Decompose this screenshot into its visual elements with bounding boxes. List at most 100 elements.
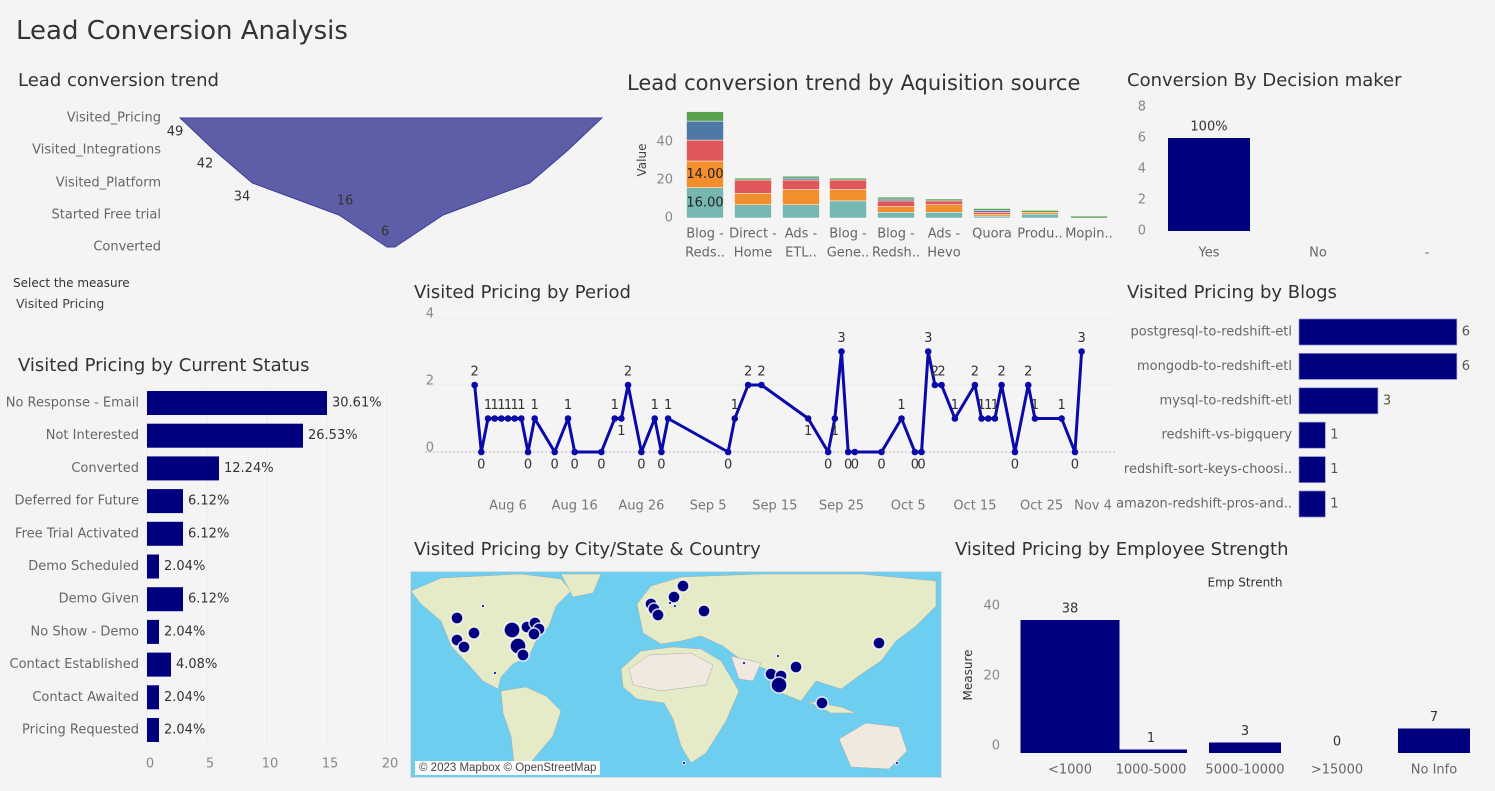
funnel-category-label: Converted — [93, 240, 161, 255]
decision-x-tick: - — [1425, 246, 1430, 261]
status-category-label: Not Interested — [46, 428, 139, 443]
decision-y-tick: 4 — [1138, 162, 1146, 177]
funnel-value-label: 6 — [381, 225, 389, 240]
acq-x-tick: Home — [734, 246, 772, 261]
period-point — [971, 381, 979, 389]
period-x-tick: Aug 16 — [552, 499, 598, 514]
period-point — [531, 415, 538, 422]
funnel-category-label: Visited_Integrations — [32, 143, 161, 158]
period-point — [951, 415, 959, 422]
period-point — [1024, 381, 1032, 389]
period-point — [991, 415, 999, 422]
status-data-label: 2.04% — [164, 690, 205, 705]
period-point — [564, 415, 572, 422]
period-data-label: 1 — [517, 398, 525, 413]
acq-x-tick: Quora — [972, 227, 1012, 242]
period-data-label: 0 — [851, 458, 859, 473]
status-data-label: 4.08% — [176, 657, 217, 672]
funnel-value-label: 42 — [197, 157, 214, 172]
period-data-label: 1 — [897, 398, 905, 413]
period-point — [878, 448, 885, 456]
funnel-value-label: 49 — [167, 125, 184, 140]
acq-data-label: 14.00 — [686, 167, 723, 182]
period-data-label: 1 — [611, 398, 619, 413]
period-point — [984, 415, 992, 422]
emp-bar — [1020, 620, 1120, 753]
status-bar — [147, 456, 219, 481]
decision-x-tick: No — [1309, 246, 1327, 261]
period-point — [804, 415, 812, 422]
period-y-tick: 0 — [426, 441, 434, 456]
acq-x-tick: Reds.. — [685, 246, 725, 261]
acq-y-tick: 20 — [656, 173, 673, 188]
period-point — [551, 448, 558, 456]
status-data-label: 6.12% — [188, 494, 229, 509]
emp-data-label: 0 — [1333, 735, 1341, 750]
acq-bar-segment — [829, 200, 867, 219]
emp-y-tick: 20 — [983, 669, 1000, 684]
decision-data-label: 100% — [1190, 120, 1227, 135]
status-bar — [147, 685, 159, 710]
acq-bar-segment — [782, 177, 820, 181]
period-data-label: 2 — [624, 365, 632, 380]
period-point — [1078, 348, 1085, 355]
acq-bar-segment — [829, 189, 867, 202]
acq-bar-segment — [925, 204, 963, 213]
acq-bar-segment — [782, 179, 820, 190]
acq-y-tick: 40 — [656, 135, 673, 150]
blog-category-label: redshift-vs-bigquery — [1161, 428, 1292, 443]
blog-category-label: redshift-sort-keys-choosi.. — [1124, 462, 1292, 477]
acq-bar-segment — [877, 198, 915, 202]
blog-bar — [1298, 490, 1326, 518]
period-data-label: 0 — [877, 458, 885, 473]
blog-data-label: 6 — [1462, 359, 1470, 374]
acq-bar-segment — [1021, 213, 1059, 219]
emp-data-label: 38 — [1062, 602, 1079, 617]
period-point — [838, 348, 845, 355]
status-x-tick: 15 — [322, 757, 339, 772]
decision-y-tick: 6 — [1138, 131, 1146, 146]
status-x-tick: 5 — [206, 757, 214, 772]
acq-bar-segment — [973, 215, 1011, 219]
period-point — [744, 381, 752, 389]
period-x-tick: Sep 15 — [752, 499, 797, 514]
acq-bar-segment — [686, 120, 724, 141]
period-point — [651, 415, 659, 422]
status-bar — [147, 391, 327, 415]
period-point — [471, 381, 478, 389]
status-category-label: Free Trial Activated — [15, 526, 139, 541]
emp-data-label: 3 — [1241, 724, 1249, 739]
acq-x-tick: Ads - — [928, 227, 961, 242]
period-point — [484, 415, 492, 422]
acq-bar-segment — [686, 139, 724, 162]
blog-category-label: mysql-to-redshift-etl — [1160, 393, 1292, 408]
period-data-label: 3 — [1077, 331, 1085, 346]
period-point — [1031, 415, 1039, 422]
period-point — [831, 415, 839, 422]
period-data-label: 0 — [1071, 458, 1079, 473]
status-bar — [147, 554, 159, 579]
funnel-category-label: Visited_Pricing — [67, 111, 161, 126]
emp-y-tick: 40 — [983, 599, 1000, 614]
status-category-label: Deferred for Future — [14, 494, 139, 509]
decision-x-tick: Yes — [1198, 246, 1220, 261]
period-data-label: 0 — [657, 458, 665, 473]
status-category-label: Contact Awaited — [32, 690, 139, 705]
period-y-tick: 4 — [426, 307, 434, 322]
emp-x-tick: <1000 — [1048, 763, 1092, 778]
blog-category-label: mongodb-to-redshift-etl — [1137, 359, 1292, 374]
period-data-label: 2 — [997, 365, 1005, 380]
period-data-label: 1 — [951, 398, 959, 413]
acq-bar-segment — [829, 179, 867, 190]
status-category-label: Converted — [71, 461, 139, 476]
status-data-label: 26.53% — [308, 428, 358, 443]
funnel-category-label: Started Free trial — [52, 208, 162, 223]
status-data-label: 30.61% — [332, 396, 382, 411]
emp-x-tick: No Info — [1411, 763, 1457, 778]
period-data-label: 2 — [471, 365, 479, 380]
acq-data-label: 16.00 — [686, 195, 723, 210]
status-bar — [147, 587, 183, 612]
period-data-label: 2 — [744, 365, 752, 380]
acq-bar-segment — [734, 179, 772, 194]
period-data-label: 3 — [837, 331, 845, 346]
